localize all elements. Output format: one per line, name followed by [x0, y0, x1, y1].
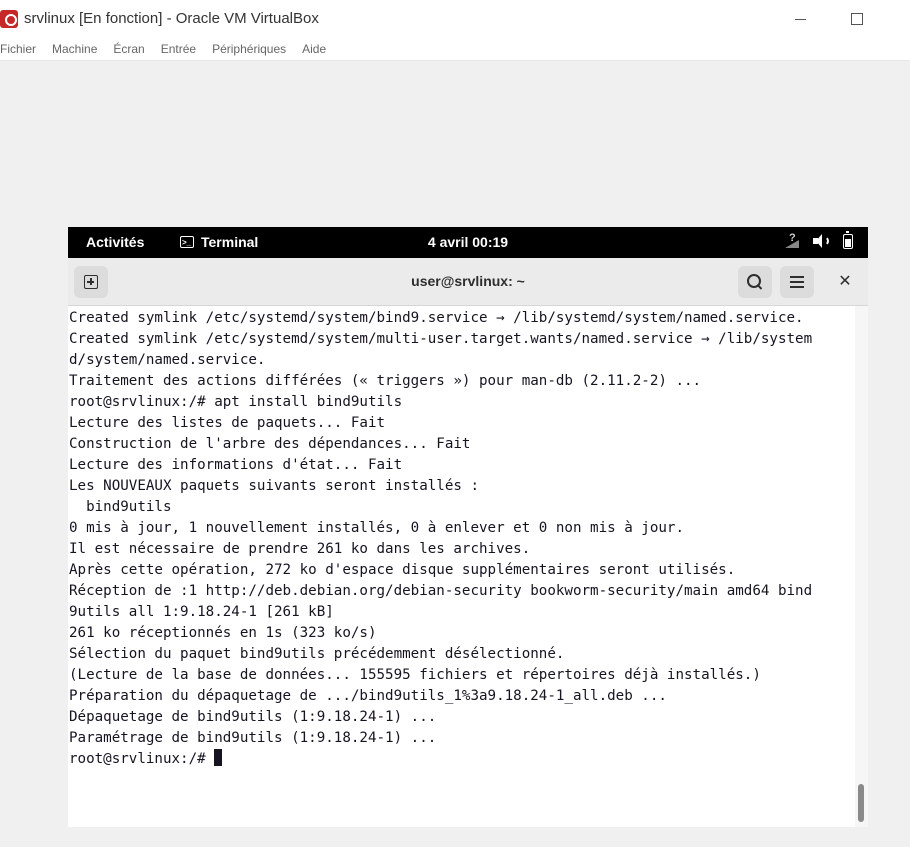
virtualbox-icon — [0, 10, 18, 28]
menu-button[interactable] — [780, 266, 814, 298]
terminal-line: bind9utils — [69, 499, 172, 515]
terminal-line: Paramétrage de bind9utils (1:9.18.24-1) … — [69, 730, 437, 746]
terminal-line: Sélection du paquet bind9utils précédemm… — [69, 646, 565, 662]
app-name: Terminal — [201, 234, 259, 250]
terminal-line: (Lecture de la base de données... 155595… — [69, 667, 761, 683]
search-button[interactable] — [738, 266, 772, 298]
vbox-menubar: Fichier Machine Écran Entrée Périphériqu… — [0, 38, 910, 61]
terminal-line: 0 mis à jour, 1 nouvellement installés, … — [69, 520, 684, 536]
maximize-icon — [851, 13, 863, 25]
app-menu-terminal[interactable]: >_ Terminal — [180, 234, 258, 250]
minimize-icon — [794, 18, 806, 20]
volume-icon — [813, 233, 831, 249]
terminal-line: Réception de :1 http://deb.debian.org/de… — [69, 583, 813, 599]
terminal-line: Dépaquetage de bind9utils (1:9.18.24-1) … — [69, 709, 437, 725]
terminal-text: Created symlink /etc/systemd/system/bind… — [68, 306, 855, 770]
terminal-line: root@srvlinux:/# apt install bind9utils — [69, 394, 403, 410]
system-tray[interactable] — [785, 230, 853, 249]
window-title: srvlinux [En fonction] - Oracle VM Virtu… — [24, 10, 319, 27]
new-tab-button[interactable] — [74, 266, 108, 298]
terminal-line: Traitement des actions différées (« trig… — [69, 373, 702, 389]
terminal-line: d/system/named.service. — [69, 352, 266, 368]
close-icon: ✕ — [838, 273, 852, 290]
terminal-line: Created symlink /etc/systemd/system/mult… — [69, 331, 813, 347]
network-icon — [785, 232, 801, 249]
terminal-output[interactable]: Created symlink /etc/systemd/system/bind… — [68, 306, 855, 827]
terminal-line: Les NOUVEAUX paquets suivants seront ins… — [69, 478, 479, 494]
terminal-line: Préparation du dépaquetage de .../bind9u… — [69, 688, 667, 704]
battery-icon — [843, 230, 853, 249]
minimize-button[interactable] — [785, 8, 815, 30]
hamburger-icon — [790, 276, 804, 288]
terminal-window: user@srvlinux: ~ ✕ Created symlink /etc/… — [68, 258, 868, 827]
terminal-line: Construction de l'arbre des dépendances.… — [69, 436, 471, 452]
menu-aide[interactable]: Aide — [302, 42, 326, 56]
terminal-line: 9utils all 1:9.18.24-1 [261 kB] — [69, 604, 334, 620]
window-titlebar: srvlinux [En fonction] - Oracle VM Virtu… — [0, 0, 910, 38]
terminal-prompt: root@srvlinux:/# — [69, 751, 215, 767]
terminal-cursor — [214, 749, 223, 766]
terminal-headerbar: user@srvlinux: ~ ✕ — [68, 258, 868, 306]
gnome-top-bar: Activités >_ Terminal 4 avril 00:19 — [68, 227, 868, 258]
search-icon — [747, 274, 763, 290]
terminal-line: Il est nécessaire de prendre 261 ko dans… — [69, 541, 531, 557]
scrollbar-thumb[interactable] — [858, 784, 864, 822]
terminal-line: Après cette opération, 272 ko d'espace d… — [69, 562, 736, 578]
maximize-button[interactable] — [842, 8, 872, 30]
menu-peripheriques[interactable]: Périphériques — [212, 42, 286, 56]
activities-button[interactable]: Activités — [86, 234, 144, 250]
menu-ecran[interactable]: Écran — [113, 42, 144, 56]
terminal-line: 261 ko réceptionnés en 1s (323 ko/s) — [69, 625, 377, 641]
menu-machine[interactable]: Machine — [52, 42, 97, 56]
close-button[interactable]: ✕ — [828, 266, 862, 298]
terminal-line: Created symlink /etc/systemd/system/bind… — [69, 310, 804, 326]
terminal-line: Lecture des informations d'état... Fait — [69, 457, 403, 473]
menu-fichier[interactable]: Fichier — [0, 42, 36, 56]
terminal-line: Lecture des listes de paquets... Fait — [69, 415, 386, 431]
terminal-icon: >_ — [180, 236, 194, 248]
scrollbar[interactable] — [855, 306, 868, 827]
menu-entree[interactable]: Entrée — [161, 42, 196, 56]
new-tab-icon — [84, 275, 98, 289]
